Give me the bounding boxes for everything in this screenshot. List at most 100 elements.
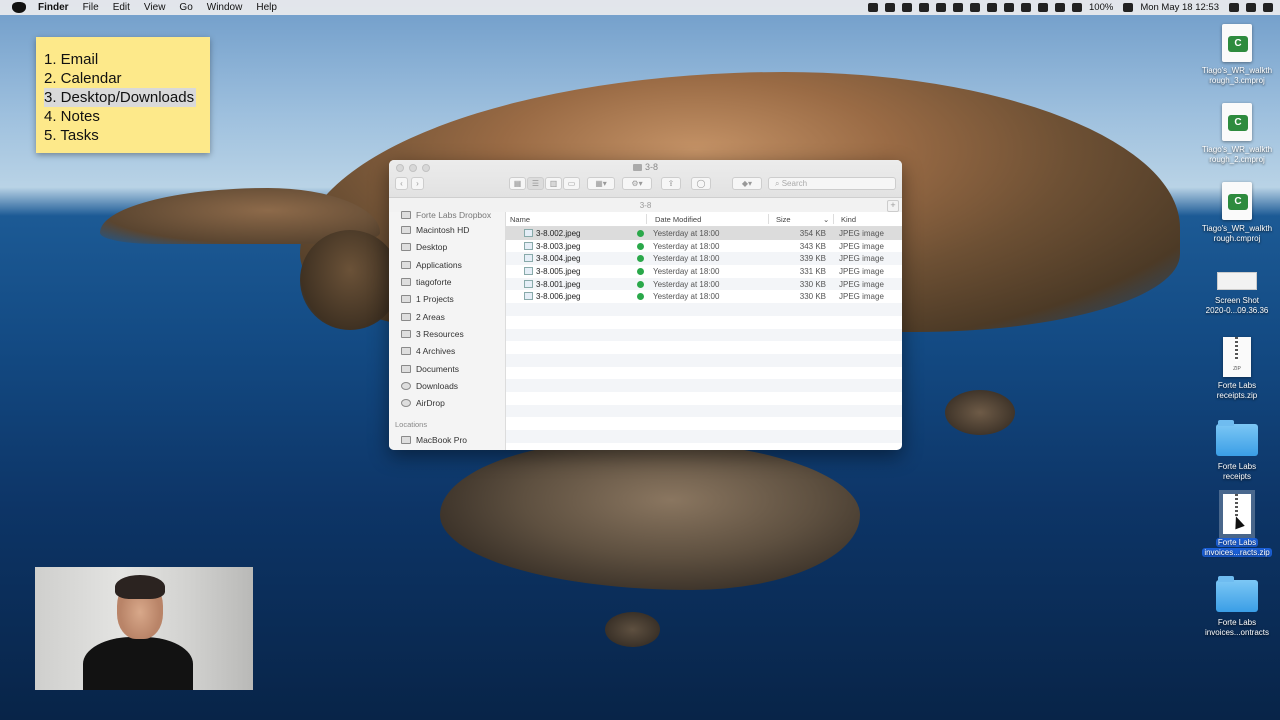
table-row[interactable]: 3-8.006.jpeg Yesterday at 18:00 330 KB JPEG… <box>506 290 902 303</box>
screenshot-thumbnail-icon <box>1217 272 1257 290</box>
sidebar-item-home[interactable]: tiagoforte <box>401 275 451 288</box>
app-tray-icon[interactable] <box>987 3 997 12</box>
sidebar-item-2-areas[interactable]: 2 Areas <box>401 310 445 323</box>
app-tray-icon[interactable] <box>902 3 912 12</box>
desktop-icon-label: Forte Labs <box>1217 381 1257 390</box>
desktop-icon-receipts-folder[interactable]: Forte Labs receipts <box>1194 420 1280 482</box>
tag-icon[interactable]: ◯ <box>691 177 711 190</box>
new-tab-button[interactable]: + <box>887 200 899 212</box>
gallery-view-button[interactable]: ▭ <box>563 177 580 190</box>
search-input[interactable]: ⌕ Search <box>768 177 896 190</box>
battery-percent[interactable]: 100% <box>1089 2 1113 13</box>
airplay-icon[interactable] <box>1021 3 1031 12</box>
app-tray-icon[interactable] <box>953 3 963 12</box>
sidebar-item-3-resources[interactable]: 3 Resources <box>401 327 464 340</box>
column-header-kind[interactable]: Kind <box>841 215 856 224</box>
table-row-empty <box>506 430 902 443</box>
table-row[interactable]: 3-8.004.jpeg Yesterday at 18:00 339 KB JPEG… <box>506 252 902 266</box>
folder-icon <box>1216 576 1258 612</box>
forward-button[interactable]: › <box>411 177 424 190</box>
sidebar-item-label: Forte Labs Dropbox <box>416 209 492 220</box>
column-view-button[interactable]: ▥ <box>545 177 562 190</box>
sort-chevron-icon: ⌄ <box>823 215 830 224</box>
table-row-empty <box>506 353 902 367</box>
table-row[interactable]: 3-8.001.jpeg Yesterday at 18:00 330 KB JPEG… <box>506 277 902 291</box>
folder-icon <box>401 210 411 219</box>
app-tray-icon[interactable] <box>1004 3 1014 12</box>
sidebar-item-downloads[interactable]: Downloads <box>401 379 458 392</box>
bluetooth-icon[interactable] <box>1055 3 1065 12</box>
menu-view[interactable]: View <box>144 2 166 13</box>
menu-file[interactable]: File <box>83 2 99 13</box>
app-tray-icon[interactable] <box>919 3 929 12</box>
icon-badge: C <box>1228 36 1248 52</box>
sidebar-item-documents[interactable]: Documents <box>401 362 459 375</box>
applications-icon <box>401 260 411 269</box>
desktop-icon-walkthrough-3[interactable]: C Tiago's_WR_walkth rough_3.cmproj <box>1194 24 1280 86</box>
dropbox-icon[interactable] <box>868 3 878 12</box>
desktop-icon-receipts-zip[interactable]: ZIP Forte Labs receipts.zip <box>1194 337 1280 401</box>
file-name: 3-8.001.jpeg <box>536 279 581 289</box>
group-by-button[interactable]: ▦▾ <box>587 177 615 190</box>
sidebar-item-1-projects[interactable]: 1 Projects <box>401 292 454 305</box>
desktop-icon-screenshot[interactable]: Screen Shot 2020-0...09.36.36 <box>1194 262 1280 316</box>
sticky-note[interactable]: 1. Email 2. Calendar 3. Desktop/Download… <box>36 37 210 153</box>
icon-badge: C <box>1228 115 1248 131</box>
jpeg-file-icon <box>524 229 533 237</box>
menu-edit[interactable]: Edit <box>113 2 130 13</box>
sidebar-item-forte-labs-dropbox[interactable]: Forte Labs Dropbox <box>401 208 491 221</box>
table-row-empty <box>506 417 902 430</box>
sidebar-item-desktop[interactable]: Desktop <box>401 240 447 253</box>
desktop-icon-invoices-folder[interactable]: Forte Labs invoices...ontracts <box>1194 576 1280 638</box>
apple-menu-icon[interactable] <box>12 2 26 13</box>
table-row-empty <box>506 303 902 316</box>
file-size: 343 KB <box>799 241 826 251</box>
table-row[interactable]: 3-8.003.jpeg Yesterday at 18:00 343 KB JPEG… <box>506 240 902 253</box>
app-tray-icon[interactable] <box>885 3 895 12</box>
finder-toolbar: 3-8 ‹ › ▦ ☰ ▥ ▭ ▦▾ ⚙▾ ⇪ ◯ ◆▾ ⌕ Search <box>389 160 902 198</box>
app-tray-icon[interactable] <box>936 3 946 12</box>
siri-icon[interactable] <box>1246 3 1256 12</box>
clock[interactable]: Mon May 18 12:53 <box>1140 2 1219 13</box>
wifi-icon[interactable] <box>1072 3 1082 12</box>
menu-app-finder[interactable]: Finder <box>38 2 69 13</box>
table-row-empty <box>506 341 902 354</box>
time-machine-icon[interactable] <box>1038 3 1048 12</box>
path-bar-title: 3-8 <box>639 201 652 210</box>
table-row-empty <box>506 328 902 342</box>
table-row[interactable]: 3-8.002.jpeg Yesterday at 18:00 354 KB JPEG… <box>506 227 902 240</box>
desktop-icon-walkthrough[interactable]: C Tiago's_WR_walkth rough.cmproj <box>1194 182 1280 244</box>
icon-view-button[interactable]: ▦ <box>509 177 526 190</box>
zip-label: ZIP <box>1233 366 1241 372</box>
sync-status-icon <box>637 230 644 237</box>
menu-go[interactable]: Go <box>179 2 192 13</box>
column-header-date-modified[interactable]: Date Modified <box>655 215 701 224</box>
desktop-icon-walkthrough-2[interactable]: C Tiago's_WR_walkth rough_2.cmproj <box>1194 103 1280 165</box>
column-header-size[interactable]: Size <box>776 215 791 224</box>
menu-help[interactable]: Help <box>256 2 277 13</box>
window-title: 3-8 <box>389 162 902 172</box>
column-header-name[interactable]: Name <box>510 215 530 224</box>
menu-window[interactable]: Window <box>207 2 243 13</box>
list-view-button[interactable]: ☰ <box>527 177 544 190</box>
file-size: 354 KB <box>799 229 826 238</box>
sidebar-item-4-archives[interactable]: 4 Archives <box>401 344 455 357</box>
file-name: 3-8.002.jpeg <box>536 229 581 238</box>
notification-center-icon[interactable] <box>1263 3 1273 12</box>
menu-extras: 100% Mon May 18 12:53 <box>868 0 1280 15</box>
spotlight-search-icon[interactable] <box>1229 3 1239 12</box>
action-gear-icon[interactable]: ⚙▾ <box>622 177 652 190</box>
battery-icon[interactable] <box>1123 3 1134 12</box>
table-row[interactable]: 3-8.005.jpeg Yesterday at 18:00 331 KB JPEG… <box>506 265 902 278</box>
sidebar-item-macintosh-hd[interactable]: Macintosh HD <box>401 223 469 236</box>
share-icon[interactable]: ⇪ <box>661 177 681 190</box>
dropbox-toolbar-icon[interactable]: ◆▾ <box>732 177 762 190</box>
sidebar-item-applications[interactable]: Applications <box>401 258 462 271</box>
calendar-icon[interactable] <box>970 3 980 12</box>
sidebar-item-macbook-pro[interactable]: MacBook Pro <box>401 433 467 446</box>
back-button[interactable]: ‹ <box>395 177 408 190</box>
zip-file-icon: ZIP <box>1223 337 1251 377</box>
file-list: Name Date Modified Size ⌄ Kind 3-8.002.j… <box>506 212 902 450</box>
sidebar-item-label: Macintosh HD <box>416 224 470 235</box>
sidebar-item-airdrop[interactable]: AirDrop <box>401 396 445 409</box>
